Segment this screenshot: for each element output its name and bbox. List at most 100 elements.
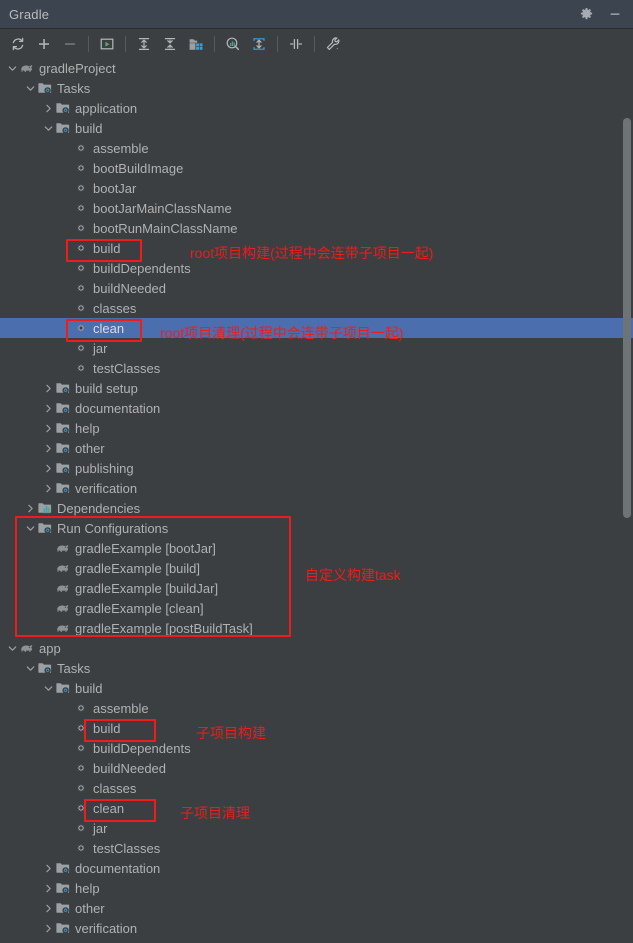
tree-row[interactable]: bootRunMainClassName: [0, 218, 633, 238]
tree-row[interactable]: help: [0, 878, 633, 898]
tree-row[interactable]: build: [0, 718, 633, 738]
tree-row[interactable]: verification: [0, 918, 633, 938]
tree-row[interactable]: other: [0, 898, 633, 918]
tree-row-label: classes: [93, 300, 137, 316]
chevron-right-icon[interactable]: [42, 882, 55, 895]
chevron-right-icon[interactable]: [42, 442, 55, 455]
tree-row-label: verification: [75, 920, 138, 936]
tree-row[interactable]: help: [0, 418, 633, 438]
gradle-elephant-icon: [19, 60, 35, 76]
tree-row[interactable]: jar: [0, 818, 633, 838]
tree-row-label: testClasses: [93, 360, 161, 376]
chevron-right-icon[interactable]: [42, 382, 55, 395]
task-folder-icon: [55, 380, 71, 396]
chevron-right-icon[interactable]: [42, 462, 55, 475]
run-task-button[interactable]: [96, 33, 118, 55]
tree-row[interactable]: testClasses: [0, 838, 633, 858]
gear-task-icon: [73, 320, 89, 336]
chevron-down-icon[interactable]: [6, 642, 19, 655]
tree-row[interactable]: other: [0, 438, 633, 458]
gradle-elephant-icon: [19, 640, 35, 656]
collapse-all-button[interactable]: [159, 33, 181, 55]
gradle-project-tree[interactable]: gradleProject Tasks application build assemb…: [0, 58, 633, 943]
gear-task-icon: [73, 820, 89, 836]
chevron-down-icon[interactable]: [42, 122, 55, 135]
tree-row[interactable]: classes: [0, 778, 633, 798]
tree-row[interactable]: app: [0, 638, 633, 658]
gear-task-icon: [73, 160, 89, 176]
chevron-right-icon[interactable]: [42, 102, 55, 115]
expand-all-button[interactable]: [133, 33, 155, 55]
toolbar-separator: [88, 35, 89, 52]
chevron-right-icon[interactable]: [42, 922, 55, 935]
toggle-offline-button[interactable]: [248, 33, 270, 55]
plus-icon: [36, 36, 52, 52]
tree-row[interactable]: gradleExample [postBuildTask]: [0, 618, 633, 638]
task-folder-icon: [55, 120, 71, 136]
tree-row[interactable]: classes: [0, 298, 633, 318]
tree-row[interactable]: gradleProject: [0, 58, 633, 78]
add-button[interactable]: [33, 33, 55, 55]
tree-row-label: help: [75, 420, 100, 436]
tree-row[interactable]: build: [0, 678, 633, 698]
settings-button[interactable]: [322, 33, 344, 55]
tree-row[interactable]: buildNeeded: [0, 758, 633, 778]
tree-row[interactable]: documentation: [0, 398, 633, 418]
refresh-button[interactable]: [7, 33, 29, 55]
tree-row[interactable]: assemble: [0, 698, 633, 718]
run-icon: [99, 36, 115, 52]
toggle-offline-icon: [251, 36, 267, 52]
tree-row-label: gradleExample [build]: [75, 560, 201, 576]
task-folder-icon: [55, 420, 71, 436]
gear-task-icon: [73, 840, 89, 856]
tree-row-label: testClasses: [93, 840, 161, 856]
tree-row[interactable]: buildNeeded: [0, 278, 633, 298]
tree-row[interactable]: assemble: [0, 138, 633, 158]
chevron-right-icon[interactable]: [42, 482, 55, 495]
chevron-down-icon[interactable]: [42, 682, 55, 695]
task-folder-icon: [55, 440, 71, 456]
chevron-right-icon[interactable]: [42, 422, 55, 435]
tree-row[interactable]: application: [0, 98, 633, 118]
tree-row[interactable]: build setup: [0, 378, 633, 398]
tree-row-label: buildNeeded: [93, 280, 167, 296]
chevron-right-icon[interactable]: [42, 902, 55, 915]
minimize-icon[interactable]: [608, 7, 622, 21]
chevron-right-icon[interactable]: [24, 502, 37, 515]
chevron-right-icon[interactable]: [42, 862, 55, 875]
chevron-down-icon[interactable]: [24, 662, 37, 675]
gear-task-icon: [73, 220, 89, 236]
tree-row[interactable]: buildDependents: [0, 738, 633, 758]
tree-row-label: application: [75, 100, 138, 116]
tree-row[interactable]: publishing: [0, 458, 633, 478]
tree-row[interactable]: Dependencies: [0, 498, 633, 518]
toolbar-separator: [214, 35, 215, 52]
chevron-down-icon[interactable]: [24, 82, 37, 95]
tree-row[interactable]: testClasses: [0, 358, 633, 378]
tree-row[interactable]: Tasks: [0, 78, 633, 98]
task-folder-icon: [55, 480, 71, 496]
tree-row[interactable]: gradleExample [clean]: [0, 598, 633, 618]
vertical-scrollbar[interactable]: [623, 58, 631, 943]
tree-row[interactable]: build: [0, 118, 633, 138]
tree-row[interactable]: clean: [0, 798, 633, 818]
chevron-down-icon[interactable]: [6, 62, 19, 75]
tree-row[interactable]: gradleExample [bootJar]: [0, 538, 633, 558]
tree-row[interactable]: bootBuildImage: [0, 158, 633, 178]
tree-row[interactable]: verification: [0, 478, 633, 498]
scrollbar-thumb[interactable]: [623, 118, 631, 518]
tree-row[interactable]: documentation: [0, 858, 633, 878]
tree-row[interactable]: bootJarMainClassName: [0, 198, 633, 218]
module-button[interactable]: [185, 33, 207, 55]
profiler-button[interactable]: [222, 33, 244, 55]
filter-button[interactable]: [285, 33, 307, 55]
toolbar-separator: [125, 35, 126, 52]
chevron-right-icon[interactable]: [42, 402, 55, 415]
gear-icon[interactable]: [579, 7, 594, 22]
chevron-down-icon[interactable]: [24, 522, 37, 535]
remove-button[interactable]: [59, 33, 81, 55]
tree-row[interactable]: Run Configurations: [0, 518, 633, 538]
gear-task-icon: [73, 360, 89, 376]
tree-row[interactable]: bootJar: [0, 178, 633, 198]
tree-row[interactable]: Tasks: [0, 658, 633, 678]
